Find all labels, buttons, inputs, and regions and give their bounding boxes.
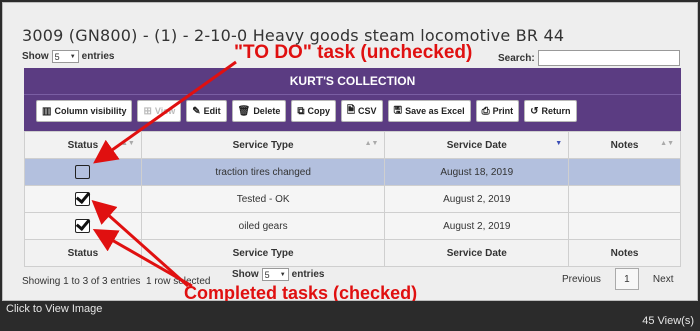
previous-button[interactable]: Previous xyxy=(556,270,607,289)
save-icon: 🖫 xyxy=(393,104,403,116)
view-button[interactable]: ⊞ View xyxy=(137,100,182,122)
chevron-down-icon: ▼ xyxy=(279,271,286,278)
entries-length-control-bottom: Show 5 ▼ entries xyxy=(232,268,325,281)
service-date-cell: August 18, 2019 xyxy=(384,158,570,186)
unchecked-checkbox-icon[interactable] xyxy=(75,165,91,179)
entries-select-bottom[interactable]: 5 ▼ xyxy=(261,268,289,281)
copy-button[interactable]: ⧉ Copy xyxy=(291,100,336,122)
pagination: Previous 1 Next xyxy=(556,268,679,290)
chevron-down-icon: ▼ xyxy=(69,53,76,60)
service-type-cell: oiled gears xyxy=(140,212,386,240)
table-footer-row: Status Service Type Service Date Notes xyxy=(24,239,681,267)
delete-button[interactable]: 🗑 Delete xyxy=(231,100,287,122)
return-button[interactable]: ↺ Return xyxy=(524,100,577,122)
view-count: 45 View(s) xyxy=(642,315,694,327)
column-header-notes[interactable]: Notes ▲▼ xyxy=(568,131,681,159)
next-button[interactable]: Next xyxy=(647,270,680,289)
status-cell xyxy=(24,185,142,213)
undo-icon: ↺ xyxy=(530,105,539,117)
status-cell xyxy=(24,158,142,186)
column-footer-service-type: Service Type xyxy=(140,239,386,267)
click-to-view-link[interactable]: Click to View Image xyxy=(6,303,102,315)
collection-panel: KURT'S COLLECTION ▥ Column visibility ⊞ Vi… xyxy=(24,68,681,132)
column-header-service-date[interactable]: Service Date ▼ xyxy=(384,131,570,159)
column-header-status[interactable]: Status ▲▼ xyxy=(24,131,142,159)
panel-heading: KURT'S COLLECTION xyxy=(24,68,681,95)
column-footer-status: Status xyxy=(24,239,142,267)
search-label: Search: xyxy=(498,52,535,64)
table-row[interactable]: traction tires changed August 18, 2019 xyxy=(24,158,681,186)
table-info: Showing 1 to 3 of 3 entries 1 row select… xyxy=(22,276,211,287)
toolbar: ▥ Column visibility ⊞ View ✎ Edit 🗑 Delete ⧉… xyxy=(36,100,577,122)
search-control: Search: xyxy=(498,50,680,66)
table-row[interactable]: Tested - OK August 2, 2019 xyxy=(24,185,681,213)
file-icon: 🗎 xyxy=(346,104,356,116)
print-button[interactable]: ⎙ Print xyxy=(475,100,520,122)
notes-cell xyxy=(568,185,681,213)
todo-annotation: "TO DO" task (unchecked) xyxy=(234,42,473,63)
copy-icon: ⧉ xyxy=(297,105,305,117)
sort-icon: ▲▼ xyxy=(120,140,135,147)
service-table: Status ▲▼ Service Type ▲▼ Service Date ▼ No… xyxy=(24,131,681,267)
table-row[interactable]: oiled gears August 2, 2019 xyxy=(24,212,681,240)
service-type-cell: traction tires changed xyxy=(140,158,386,186)
column-footer-notes: Notes xyxy=(568,239,681,267)
table-header-row: Status ▲▼ Service Type ▲▼ Service Date ▼ No… xyxy=(24,131,681,159)
column-footer-service-date: Service Date xyxy=(384,239,570,267)
checked-checkbox-icon[interactable] xyxy=(75,192,91,206)
notes-cell xyxy=(568,158,681,186)
show-label: Show xyxy=(22,51,49,62)
sort-icon: ▲▼ xyxy=(660,140,674,147)
sort-icon: ▲▼ xyxy=(364,140,379,147)
notes-cell xyxy=(568,212,681,240)
search-input[interactable] xyxy=(537,50,680,66)
image-footer-bar: Click to View Image 45 View(s) xyxy=(0,301,700,331)
plus-icon: ⊞ xyxy=(143,105,152,117)
status-cell xyxy=(24,212,142,240)
checked-checkbox-icon[interactable] xyxy=(75,219,91,233)
entries-label: entries xyxy=(81,51,115,62)
service-type-cell: Tested - OK xyxy=(140,185,386,213)
trash-icon: 🗑 xyxy=(237,105,251,117)
service-date-cell: August 2, 2019 xyxy=(384,212,570,240)
print-icon: ⎙ xyxy=(481,105,490,117)
page-1-button[interactable]: 1 xyxy=(614,268,639,290)
sort-desc-icon: ▼ xyxy=(555,140,563,147)
csv-button[interactable]: 🗎 CSV xyxy=(340,100,383,122)
column-header-service-type[interactable]: Service Type ▲▼ xyxy=(140,131,386,159)
pencil-icon: ✎ xyxy=(192,105,201,117)
columns-icon: ▥ xyxy=(42,105,52,117)
entries-length-control: Show 5 ▼ entries xyxy=(22,50,114,63)
edit-button[interactable]: ✎ Edit xyxy=(186,100,227,122)
entries-select[interactable]: 5 ▼ xyxy=(51,50,79,63)
column-visibility-button[interactable]: ▥ Column visibility xyxy=(36,100,133,122)
service-date-cell: August 2, 2019 xyxy=(384,185,570,213)
save-as-excel-button[interactable]: 🖫 Save as Excel xyxy=(387,100,471,122)
